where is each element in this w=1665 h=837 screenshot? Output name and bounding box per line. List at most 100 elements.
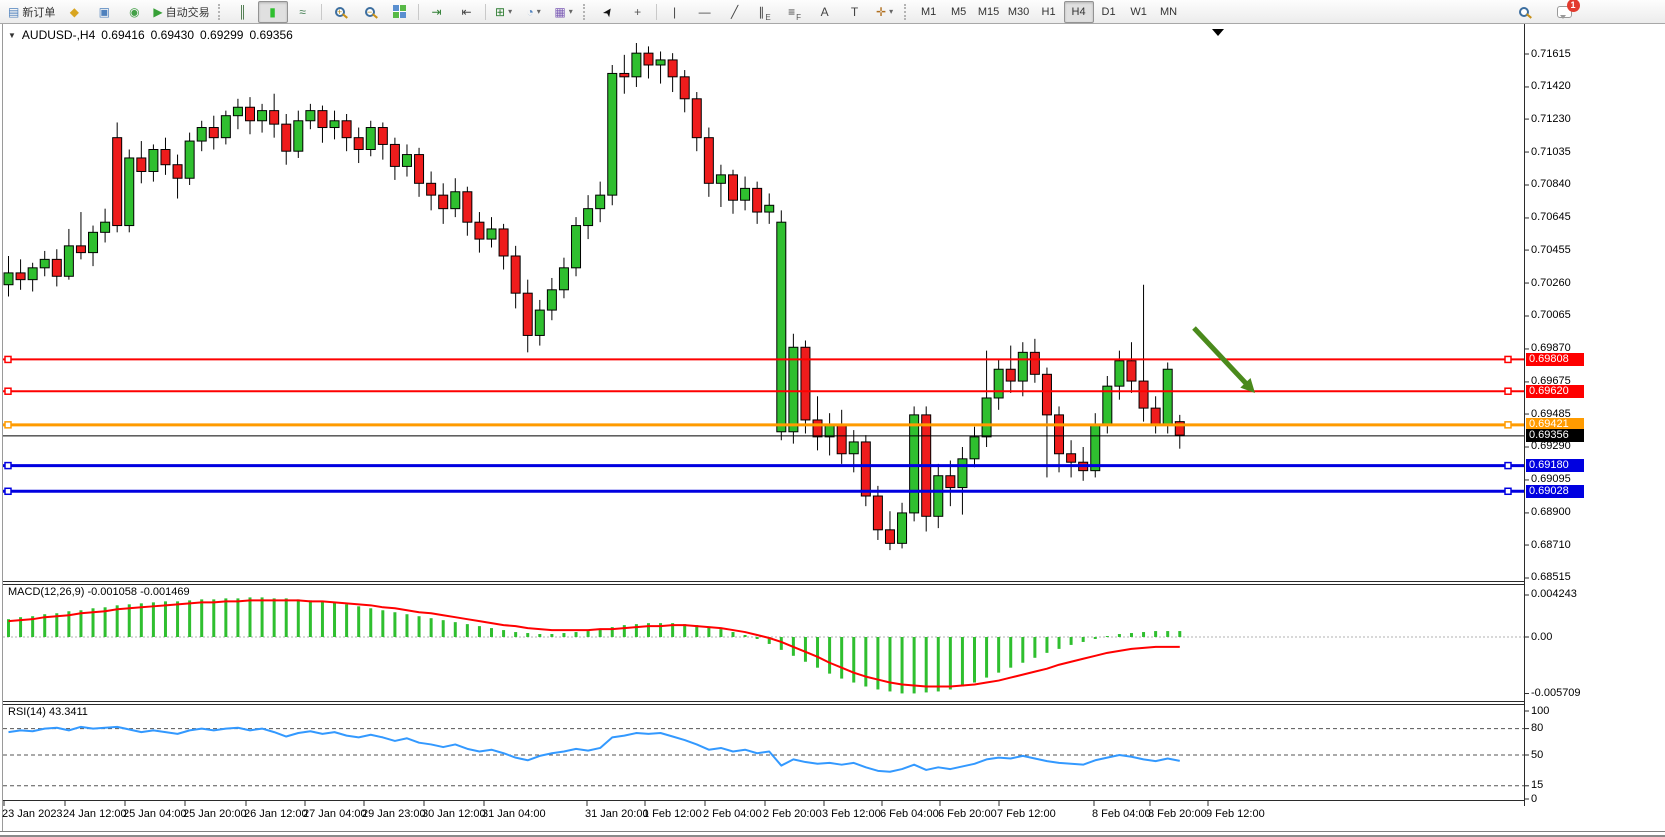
macd-histogram-bar [1070,637,1073,645]
support-line-1-handle[interactable] [1505,463,1511,469]
channel-icon-subscript: E [765,13,770,22]
pivot-line-handle[interactable] [1505,422,1511,428]
text-button[interactable]: A [810,1,840,23]
chart-shift-icon: ⇤ [462,6,472,18]
new-chart-button[interactable]: ⊞▾ [489,1,519,23]
macd-histogram-bar [816,637,819,668]
timeframe-m5[interactable]: M5 [944,1,974,23]
candle [898,513,907,543]
support-line-2-handle[interactable] [5,488,11,494]
arrows-button[interactable]: ✛▾ [870,1,900,23]
auto-scroll-button[interactable]: ⇥ [422,1,452,23]
candlestick-button[interactable]: ▮ [258,1,288,23]
candle [572,226,581,268]
bar-chart-button[interactable]: ║ [228,1,258,23]
equidistant-channel-button[interactable]: ∥E [750,1,780,23]
candle [427,183,436,195]
macd-histogram-bar [707,627,710,637]
timeframe-h4[interactable]: H4 [1064,1,1094,23]
chart-shift-button[interactable]: ⇤ [452,1,482,23]
timeframe-m1[interactable]: M1 [914,1,944,23]
periods-button[interactable]: ◔▾ [519,1,549,23]
search-button[interactable] [1509,1,1539,23]
candle [342,121,351,138]
trendline-button[interactable]: ╱ [720,1,750,23]
macd-histogram-bar [152,602,155,637]
timeframe-m15-label: M15 [978,6,999,18]
macd-histogram-bar [381,610,384,637]
candle [475,222,484,239]
timeframe-m30[interactable]: M30 [1004,1,1034,23]
macd-histogram-bar [224,598,227,637]
chart-canvas[interactable] [0,0,1665,835]
ohlc-open: 0.69416 [101,28,144,42]
autotrade-icon: ▶ [153,6,162,18]
timeframe-h4-label: H4 [1072,6,1086,18]
tile-windows-button[interactable] [385,1,415,23]
candle [620,73,629,76]
resistance-line-2-handle[interactable] [1505,388,1511,394]
macd-signal-line [9,600,1180,686]
candle [487,229,496,239]
data-signal-button[interactable]: ◉ [119,1,149,23]
pivot-line-handle[interactable] [5,422,11,428]
cursor-button[interactable]: ➤ [593,1,623,23]
fibonacci-button[interactable]: ≡F [780,1,810,23]
zoom-out-icon: − [365,7,375,17]
support-line-2-handle[interactable] [1505,488,1511,494]
zoom-out-button[interactable]: − [355,1,385,23]
templates-button[interactable]: ▦▾ [549,1,579,23]
down-arrow[interactable] [1194,328,1250,387]
macd-histogram-bar [538,634,541,637]
zoom-in-button[interactable]: + [325,1,355,23]
macd-histogram-bar [369,608,372,637]
macd-histogram-bar [357,606,360,637]
macd-histogram-bar [804,637,807,662]
chevron-down-icon[interactable]: ▾ [569,7,573,16]
candle [282,124,291,151]
chevron-down-icon[interactable]: ▾ [508,7,512,16]
crosshair-icon: + [634,6,641,18]
market-watch-button[interactable]: ◆ [59,1,89,23]
macd-histogram-bar [418,616,421,637]
auto-trading-button[interactable]: ▶自动交易 [149,1,213,23]
new-chart-icon: ⊞ [495,6,505,18]
timeframe-mn[interactable]: MN [1154,1,1184,23]
candle [813,420,822,437]
crosshair-button[interactable]: + [623,1,653,23]
macd-histogram-bar [526,633,529,637]
vertical-line-button[interactable]: | [660,1,690,23]
navigator-button[interactable]: ▣ [89,1,119,23]
symbol-dropdown-icon[interactable]: ▼ [8,31,16,40]
timeframe-h1[interactable]: H1 [1034,1,1064,23]
resistance-line-1-handle[interactable] [1505,356,1511,362]
shift-end-marker-icon[interactable] [1212,29,1224,36]
mt4-window: ▤新订单◆▣◉▶自动交易║▮≈+−⇥⇤⊞▾◔▾▦▾➤+|—╱∥E≡FAT✛▾M1… [0,0,1665,837]
timeframe-m15[interactable]: M15 [974,1,1004,23]
macd-histogram-bar [164,601,167,637]
candle [185,141,194,178]
timeframe-d1[interactable]: D1 [1094,1,1124,23]
notifications-button[interactable]: 1 [1549,1,1579,23]
macd-histogram-bar [1154,631,1157,637]
fibonacci-icon-subscript: F [796,13,801,22]
horizontal-line-button[interactable]: — [690,1,720,23]
chevron-down-icon[interactable]: ▾ [889,7,893,16]
line-chart-button[interactable]: ≈ [288,1,318,23]
timeframe-w1[interactable]: W1 [1124,1,1154,23]
macd-histogram-bar [1142,632,1145,637]
candle [1018,352,1027,381]
bar-chart-icon: ║ [238,6,247,18]
rsi-line [9,727,1180,772]
macd-histogram-bar [1178,631,1181,637]
candle [910,415,919,513]
support-line-1-handle[interactable] [5,463,11,469]
toolbar-group-scroll: ⇥⇤ [422,1,482,23]
new-order-button[interactable]: ▤新订单 [4,1,59,23]
macd-histogram-bar [176,601,179,637]
text-label-button[interactable]: T [840,1,870,23]
resistance-line-1-handle[interactable] [5,356,11,362]
chevron-down-icon[interactable]: ▾ [537,7,541,16]
macd-histogram-bar [925,637,928,692]
resistance-line-2-handle[interactable] [5,388,11,394]
